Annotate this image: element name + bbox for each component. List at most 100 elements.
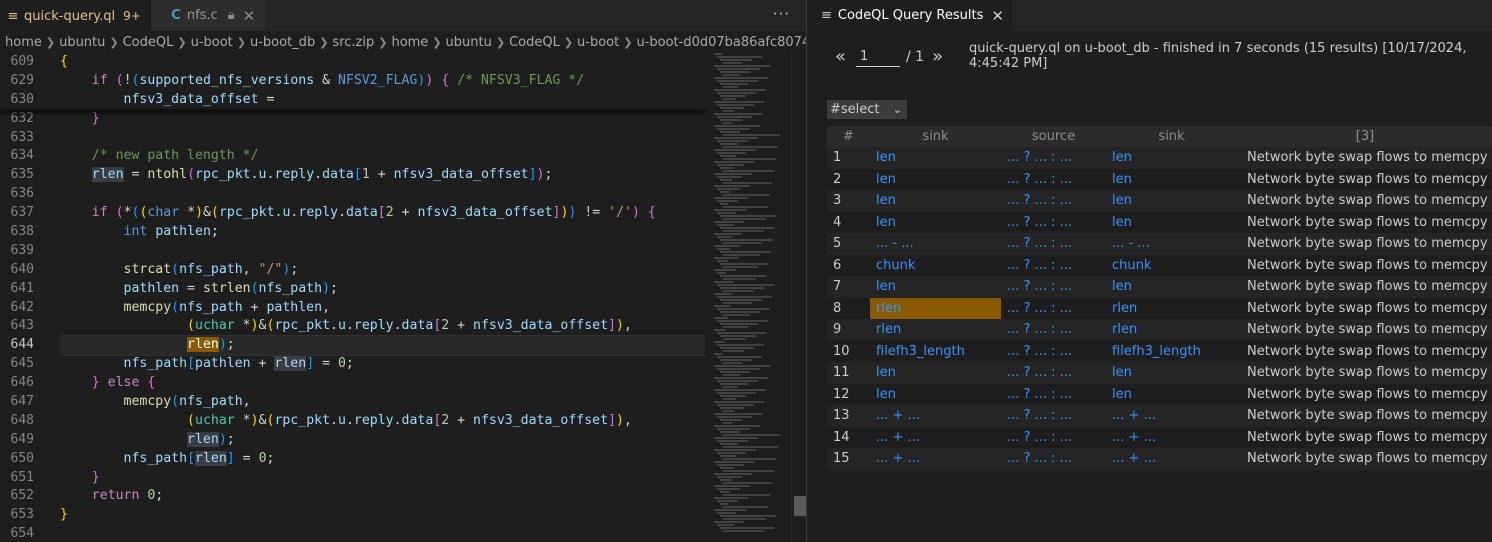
breadcrumb-item[interactable]: CodeQL: [509, 35, 560, 50]
code-line: (uchar *)&(rpc_pkt.u.reply.data[2 + nfsv…: [187, 318, 632, 334]
column-header[interactable]: source: [1001, 126, 1106, 147]
sink-link[interactable]: ... - ...: [870, 233, 1001, 255]
breadcrumb-item[interactable]: u-boot-d0d07ba86afc8074d: [636, 35, 806, 50]
sink-link[interactable]: rlen: [1106, 297, 1237, 319]
sink-link[interactable]: len: [870, 362, 1001, 384]
sink-link[interactable]: len: [1106, 276, 1237, 298]
table-row[interactable]: 7 len... ? ... : ... len Network byte swap …: [827, 276, 1492, 298]
sink-link[interactable]: len: [1106, 383, 1237, 405]
sink-link[interactable]: len: [1106, 168, 1237, 190]
page-total: / 1: [906, 48, 925, 65]
table-row[interactable]: 14... + ...... ? ... : ...... + ... Netwo…: [827, 426, 1492, 448]
scrollbar-thumb[interactable]: [794, 496, 806, 516]
source-link[interactable]: ... ? ... : ...: [1001, 319, 1106, 341]
breadcrumb-item[interactable]: u-boot: [577, 35, 619, 50]
sink-link[interactable]: rlen: [1106, 319, 1237, 341]
minimap[interactable]: [714, 53, 790, 542]
table-row[interactable]: 6 chunk... ? ... : ... chunk Network byte s…: [827, 254, 1492, 276]
sink-link[interactable]: len: [870, 190, 1001, 212]
source-link[interactable]: ... ? ... : ...: [1001, 383, 1106, 405]
page-input[interactable]: [856, 46, 901, 67]
breadcrumb-item[interactable]: ubuntu: [59, 35, 105, 50]
code-editor[interactable]: { if (!(supported_nfs_versions & NFSV2_F…: [60, 53, 705, 542]
column-header[interactable]: sink: [1106, 126, 1237, 147]
table-row[interactable]: 11 len... ? ... : ... len Network byte swap…: [827, 362, 1492, 384]
sink-link[interactable]: filefh3_length: [870, 340, 1001, 362]
column-header[interactable]: [3]: [1237, 126, 1492, 147]
table-row[interactable]: 15... + ...... ? ... : ...... + ... Netwo…: [827, 448, 1492, 470]
source-link[interactable]: ... ? ... : ...: [1001, 405, 1106, 427]
sink-link[interactable]: len: [870, 147, 1001, 169]
sink-link[interactable]: ... + ...: [870, 448, 1001, 470]
more-actions-icon[interactable]: ···: [773, 5, 790, 23]
breadcrumb-item[interactable]: u-boot: [191, 35, 233, 50]
sink-link[interactable]: len: [1106, 362, 1237, 384]
minimap-line: [720, 323, 758, 325]
source-link[interactable]: ... ? ... : ...: [1001, 276, 1106, 298]
source-link[interactable]: ... ? ... : ...: [1001, 147, 1106, 169]
table-row[interactable]: 5... - ...... ? ... : ...... - ... Networ…: [827, 233, 1492, 255]
minimap-line: [717, 140, 748, 142]
sink-link[interactable]: rlen: [870, 297, 1001, 319]
sink-link[interactable]: len: [870, 168, 1001, 190]
sink-link[interactable]: ... + ...: [1106, 405, 1237, 427]
result-set-select[interactable]: #select ⌄: [827, 100, 907, 119]
source-link[interactable]: ... ? ... : ...: [1001, 362, 1106, 384]
sink-link[interactable]: len: [870, 383, 1001, 405]
close-icon[interactable]: ✕: [991, 7, 1004, 25]
sink-link[interactable]: ... + ...: [1106, 448, 1237, 470]
line-number: 653: [10, 507, 34, 523]
breadcrumb-item[interactable]: CodeQL: [123, 35, 174, 50]
sink-link[interactable]: len: [870, 211, 1001, 233]
sink-link[interactable]: ... + ...: [870, 405, 1001, 427]
minimap-line: [714, 125, 760, 127]
source-link[interactable]: ... ? ... : ...: [1001, 254, 1106, 276]
breadcrumb-item[interactable]: u-boot_db: [250, 35, 315, 50]
line-number: 641: [10, 280, 34, 296]
table-row[interactable]: 3 len... ? ... : ... len Network byte swap …: [827, 190, 1492, 212]
lock-icon[interactable]: 🔒︎: [228, 8, 235, 23]
table-row[interactable]: 12 len... ? ... : ... len Network byte swap…: [827, 383, 1492, 405]
column-header[interactable]: sink: [870, 126, 1001, 147]
next-page-icon[interactable]: »: [932, 46, 943, 67]
sink-link[interactable]: ... + ...: [1106, 426, 1237, 448]
tab-quick-query[interactable]: ≡ quick-query.ql 9+: [0, 0, 151, 31]
source-link[interactable]: ... ? ... : ...: [1001, 233, 1106, 255]
vertical-scrollbar[interactable]: [791, 53, 806, 542]
tab-nfs-c[interactable]: C nfs.c 🔒︎ ✕: [150, 0, 267, 31]
sink-link[interactable]: chunk: [1106, 254, 1237, 276]
table-row[interactable]: 1 len... ? ... : ... len Network byte swap …: [827, 147, 1492, 169]
source-link[interactable]: ... ? ... : ...: [1001, 340, 1106, 362]
prev-page-icon[interactable]: «: [835, 46, 846, 67]
column-header[interactable]: #: [827, 126, 870, 147]
table-row[interactable]: 4 len... ? ... : ... len Network byte swap …: [827, 211, 1492, 233]
sink-link[interactable]: ... - ...: [1106, 233, 1237, 255]
close-icon[interactable]: ✕: [243, 7, 256, 25]
source-link[interactable]: ... ? ... : ...: [1001, 190, 1106, 212]
source-link[interactable]: ... ? ... : ...: [1001, 448, 1106, 470]
table-row[interactable]: 8 rlen... ? ... : ... rlen Network byte swa…: [827, 297, 1492, 319]
tab-codeql-results[interactable]: ≡ CodeQL Query Results ✕: [807, 0, 1012, 31]
source-link[interactable]: ... ? ... : ...: [1001, 297, 1106, 319]
breadcrumb-item[interactable]: home: [5, 35, 42, 50]
sink-link[interactable]: len: [1106, 190, 1237, 212]
source-link[interactable]: ... ? ... : ...: [1001, 168, 1106, 190]
table-row[interactable]: 10 filefh3_length... ? ... : ... filefh3_l…: [827, 340, 1492, 362]
table-row[interactable]: 13... + ...... ? ... : ...... + ... Netwo…: [827, 405, 1492, 427]
sink-link[interactable]: rlen: [870, 319, 1001, 341]
breadcrumb-item[interactable]: src.zip: [332, 35, 374, 50]
sink-link[interactable]: len: [1106, 147, 1237, 169]
breadcrumb-item[interactable]: home: [391, 35, 428, 50]
source-link[interactable]: ... ? ... : ...: [1001, 426, 1106, 448]
minimap-line: [723, 446, 778, 448]
minimap-line: [714, 473, 752, 475]
breadcrumb-item[interactable]: ubuntu: [446, 35, 492, 50]
sink-link[interactable]: len: [1106, 211, 1237, 233]
table-row[interactable]: 2 len... ? ... : ... len Network byte swap …: [827, 168, 1492, 190]
sink-link[interactable]: ... + ...: [870, 426, 1001, 448]
sink-link[interactable]: filefh3_length: [1106, 340, 1237, 362]
source-link[interactable]: ... ? ... : ...: [1001, 211, 1106, 233]
sink-link[interactable]: chunk: [870, 254, 1001, 276]
sink-link[interactable]: len: [870, 276, 1001, 298]
table-row[interactable]: 9 rlen... ? ... : ... rlen Network byte swa…: [827, 319, 1492, 341]
